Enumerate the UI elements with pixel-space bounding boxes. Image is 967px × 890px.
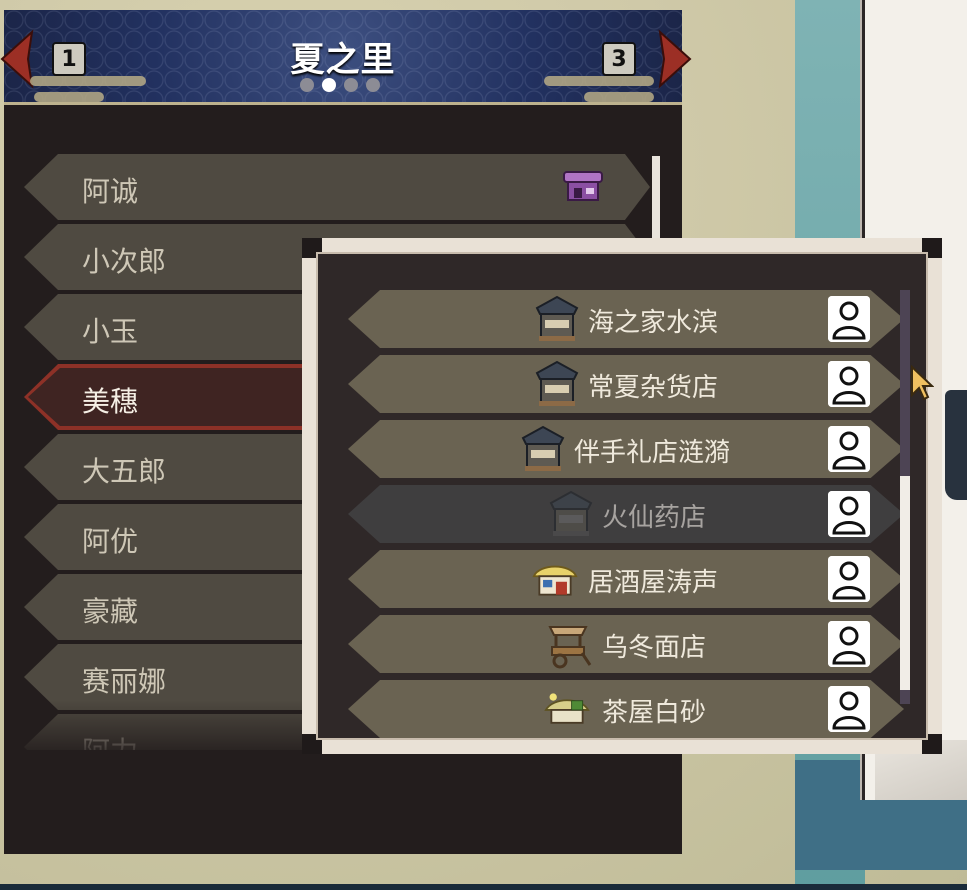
shop-list: 海之家水滨 常夏杂货店 伴手礼店涟漪 火仙药店 居酒屋涛声 乌冬面店 茶屋白砂	[336, 282, 904, 738]
area-title: 夏之里	[290, 40, 396, 80]
shop-row[interactable]: 乌冬面店	[348, 615, 904, 673]
next-page-arrow-icon[interactable]	[654, 28, 694, 90]
page-indicator	[300, 78, 380, 92]
mouse-cursor-icon	[911, 365, 934, 401]
shop-name: 茶屋白砂	[602, 698, 707, 728]
person-icon	[828, 621, 870, 667]
person-icon	[828, 296, 870, 342]
dark-shop-building-icon	[521, 425, 565, 471]
dark-shop-building-icon	[535, 295, 579, 341]
villager-name: 阿诚	[82, 175, 139, 208]
shop-row-disabled[interactable]: 火仙药店	[348, 485, 904, 543]
character-sleeve	[945, 390, 967, 500]
shop-popup: 海之家水滨 常夏杂货店 伴手礼店涟漪 火仙药店 居酒屋涛声 乌冬面店 茶屋白砂	[302, 238, 942, 754]
villager-name: 小次郎	[82, 245, 167, 278]
villager-name: 美穗	[82, 385, 139, 418]
shop-list-scroll-thumb[interactable]	[900, 476, 910, 690]
villager-name: 大五郎	[82, 455, 167, 488]
cloud-ornament-right	[544, 76, 654, 86]
shop-row[interactable]: 伴手礼店涟漪	[348, 420, 904, 478]
purple-shop-icon	[563, 171, 603, 201]
shop-list-scrollbar[interactable]	[900, 290, 910, 704]
person-icon	[828, 361, 870, 407]
shop-name: 常夏杂货店	[588, 373, 719, 403]
villager-name: 豪藏	[82, 595, 139, 628]
person-icon	[828, 686, 870, 732]
dark-shop-building-icon	[535, 360, 579, 406]
shop-row[interactable]: 海之家水滨	[348, 290, 904, 348]
tea-house-icon	[544, 693, 590, 724]
shop-row[interactable]: 居酒屋涛声	[348, 550, 904, 608]
villager-name: 阿优	[82, 525, 139, 558]
person-icon	[828, 491, 870, 537]
shop-name: 伴手礼店涟漪	[574, 438, 731, 468]
person-icon	[828, 556, 870, 602]
thatched-tavern-icon	[532, 565, 578, 596]
shop-name: 海之家水滨	[588, 308, 719, 338]
cloud-ornament-left-2	[34, 92, 104, 102]
page-dot[interactable]	[366, 78, 380, 92]
shop-name: 居酒屋涛声	[588, 568, 719, 598]
person-icon	[828, 426, 870, 472]
dark-shop-building-icon	[549, 490, 593, 536]
next-page-number[interactable]: 3	[602, 42, 636, 76]
shop-popup-body: 海之家水滨 常夏杂货店 伴手礼店涟漪 火仙药店 居酒屋涛声 乌冬面店 茶屋白砂	[316, 252, 928, 740]
page-dot[interactable]	[344, 78, 358, 92]
shop-row[interactable]: 常夏杂货店	[348, 355, 904, 413]
villager-name: 赛丽娜	[82, 665, 167, 698]
shop-name: 火仙药店	[602, 503, 707, 533]
shop-row[interactable]: 茶屋白砂	[348, 680, 904, 738]
page-dot[interactable]	[300, 78, 314, 92]
food-cart-icon	[548, 626, 592, 669]
page-dot-active[interactable]	[322, 78, 336, 92]
cloud-ornament-right-2	[584, 92, 654, 102]
villager-name: 小玉	[82, 315, 139, 348]
taskbar-strip	[0, 884, 967, 890]
panel-header: 1 夏之里 3	[0, 10, 692, 105]
villager-row[interactable]: 阿诚	[24, 154, 650, 220]
shop-name: 乌冬面店	[602, 633, 707, 663]
